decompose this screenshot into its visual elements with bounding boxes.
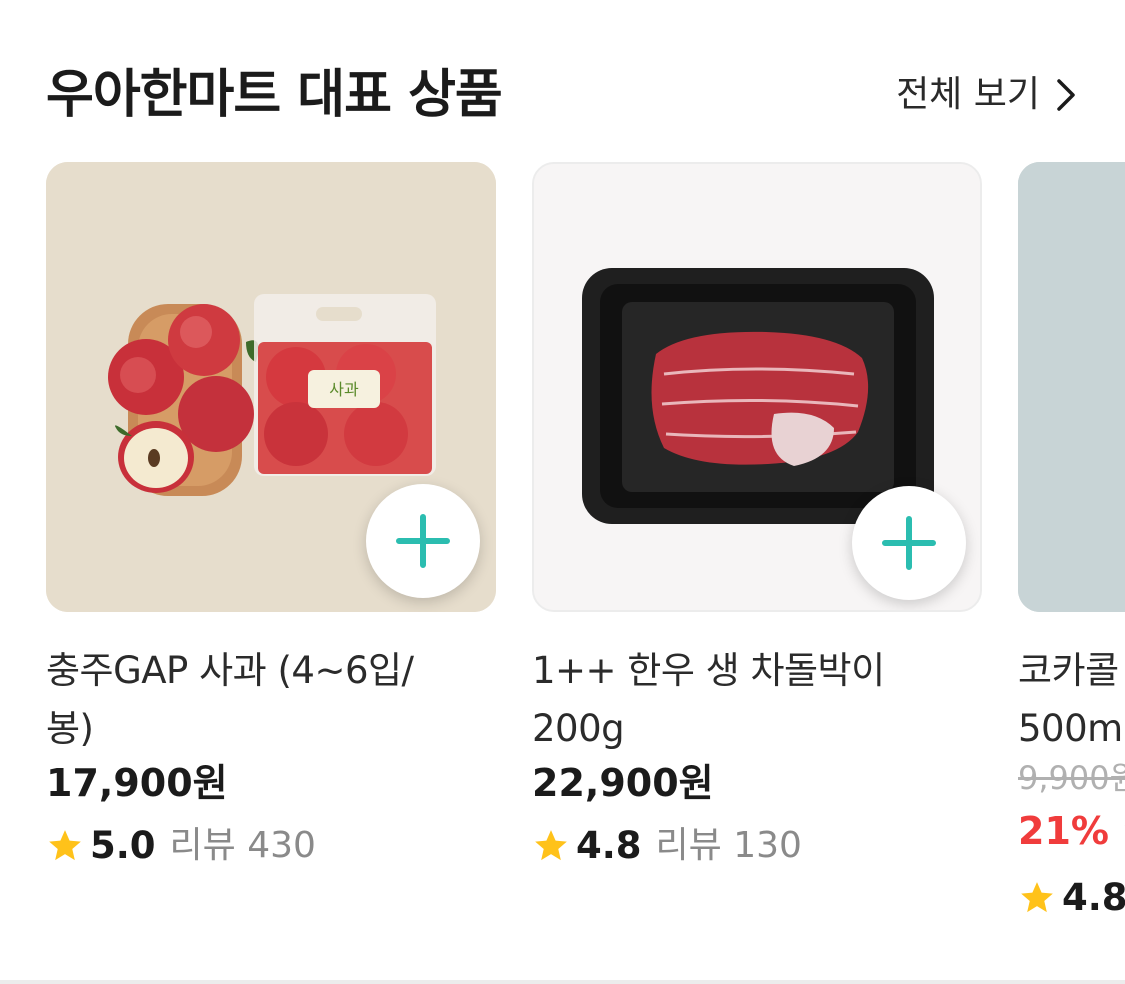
section-title: 우아한마트 대표 상품	[46, 65, 503, 125]
star-icon	[535, 830, 567, 861]
section-header: 우아한마트 대표 상품 전체 보기	[46, 58, 1076, 138]
product-name-line: 1++ 한우 생 차돌박이	[532, 649, 885, 692]
product-image-apples[interactable]: 사과	[46, 162, 496, 612]
see-all-link[interactable]: 전체 보기	[896, 70, 1076, 120]
product-price: 22,900원	[532, 761, 714, 805]
product-rating: 5.0 리뷰 430	[46, 820, 316, 872]
product-name[interactable]: 코카콜 500m	[1018, 642, 1125, 758]
product-image-cola[interactable]	[1018, 162, 1125, 612]
section-divider	[0, 980, 1125, 984]
product-image-beef[interactable]	[532, 162, 982, 612]
add-to-cart-button[interactable]	[852, 486, 966, 600]
product-carousel[interactable]: 사과 충주GAP 사과 (4~6입/ 봉) 17,900원 5.0 리뷰 430	[0, 162, 1125, 962]
product-name-line: 충주GAP 사과 (4~6입/	[46, 649, 414, 692]
product-name[interactable]: 충주GAP 사과 (4~6입/ 봉)	[46, 642, 466, 758]
product-name-line: 500m	[1018, 707, 1123, 750]
discount-rate: 21%9	[1018, 806, 1125, 856]
svg-text:사과: 사과	[329, 380, 359, 399]
rating-score: 4.8	[1062, 876, 1125, 919]
review-count: 리뷰 130	[655, 825, 802, 866]
star-icon	[1021, 882, 1053, 913]
plus-icon	[396, 514, 450, 568]
add-to-cart-button[interactable]	[366, 484, 480, 598]
discount-percent: 21%	[1018, 809, 1109, 853]
product-name-line: 코카콜	[1018, 649, 1119, 692]
product-rating: 4.8	[1018, 872, 1125, 924]
product-name-line: 봉)	[46, 707, 94, 750]
chevron-right-icon	[1057, 79, 1075, 111]
cola-photo	[1018, 162, 1125, 612]
plus-icon	[882, 516, 936, 570]
review-count: 리뷰 430	[169, 825, 316, 866]
product-rating: 4.8 리뷰 130	[532, 820, 802, 872]
rating-score: 5.0	[90, 824, 156, 867]
rating-score: 4.8	[576, 824, 642, 867]
star-icon	[49, 830, 81, 861]
product-price: 17,900원	[46, 761, 228, 805]
original-price: 9,900원	[1018, 759, 1125, 797]
product-name[interactable]: 1++ 한우 생 차돌박이 200g	[532, 642, 952, 758]
product-card[interactable]: 코카콜 500m 9,900원 21%9 4.8	[1018, 162, 1125, 962]
see-all-label: 전체 보기	[896, 74, 1040, 115]
product-name-line: 200g	[532, 707, 625, 750]
